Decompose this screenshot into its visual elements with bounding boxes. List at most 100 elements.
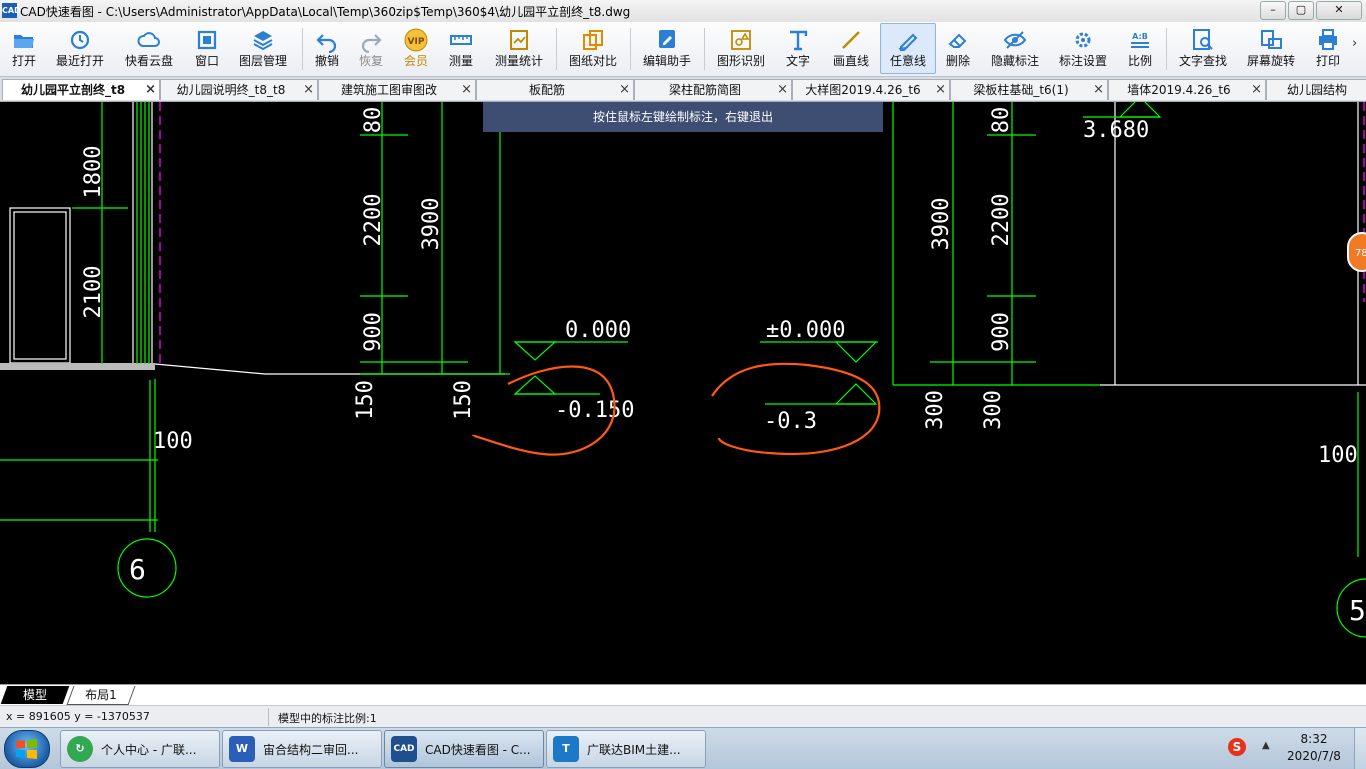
open-button[interactable]: 打开 — [6, 24, 42, 72]
taskbar: ↻ 个人中心 - 广联... W 宙合结构二审回... CAD CAD快速看图 … — [0, 727, 1366, 769]
undo-icon — [310, 27, 344, 54]
tab-document[interactable]: 板配筋 × — [476, 79, 634, 100]
tab-label: 大样图2019.4.26_t6 — [805, 83, 921, 97]
folder-open-icon — [6, 27, 42, 53]
tab-close-icon[interactable]: × — [461, 80, 472, 100]
screen-rotate-button[interactable]: 屏幕旋转 — [1242, 24, 1300, 72]
line-icon — [828, 27, 874, 53]
cursor-coordinates: x = 891605 y = -1370537 — [6, 710, 150, 723]
freehand-line-button[interactable]: 任意线 — [880, 23, 936, 74]
shape-recognition-button[interactable]: 图形识别 — [712, 24, 770, 72]
dim-text: 1800 — [81, 146, 106, 199]
tab-document[interactable]: 幼儿园平立剖终_t8 × — [2, 79, 160, 100]
tab-close-icon[interactable]: × — [303, 80, 314, 100]
layer-manager-button[interactable]: 图层管理 — [234, 24, 292, 72]
maximize-button[interactable]: ▢ — [1288, 1, 1314, 20]
app-icon: CAD — [2, 3, 21, 18]
windows-logo-icon — [16, 739, 37, 759]
text-search-button[interactable]: 文字查找 — [1174, 24, 1232, 72]
compare-button[interactable]: 图纸对比 — [564, 24, 622, 72]
redo-button[interactable]: 恢复 — [354, 24, 388, 72]
dim-text: 100 — [153, 429, 193, 454]
shape-recognition-icon — [712, 27, 770, 53]
tab-document[interactable]: 梁板柱基础_t6(1) × — [950, 79, 1108, 100]
cloud-icon — [120, 27, 178, 53]
tab-close-icon[interactable]: × — [1251, 80, 1262, 100]
tab-document[interactable]: 大样图2019.4.26_t6 × — [792, 79, 950, 100]
tab-close-icon[interactable]: × — [777, 80, 788, 100]
tab-document[interactable]: 墙体2019.4.26_t6 × — [1108, 79, 1266, 100]
scale-icon: A:B — [1122, 27, 1158, 53]
tab-label: 梁板柱基础_t6(1) — [973, 83, 1069, 97]
vip-button[interactable]: VIP 会员 — [398, 24, 434, 72]
vip-icon: VIP — [398, 27, 434, 53]
tab-model[interactable]: 模型 — [0, 686, 70, 704]
guanglian-icon: ↻ — [67, 736, 93, 762]
clock-date[interactable]: 2020/7/8 — [1282, 749, 1346, 763]
edit-assistant-button[interactable]: 编辑助手 — [638, 24, 696, 72]
toolbar-separator — [704, 28, 705, 70]
tab-document[interactable]: 幼儿园说明终_t8_t8 × — [160, 79, 318, 100]
dim-text: 80 — [361, 107, 386, 134]
grid-bubble-label: 6 — [129, 553, 146, 586]
annotation-settings-button[interactable]: 标注设置 — [1054, 24, 1112, 72]
print-button[interactable]: 打印 — [1310, 24, 1346, 72]
minimize-button[interactable]: – — [1260, 1, 1286, 20]
delete-button[interactable]: 删除 — [940, 24, 976, 72]
cloud-disk-button[interactable]: 快看云盘 — [120, 24, 178, 72]
title-bar: CAD CAD快速看图 - C:\Users\Administrator\App… — [0, 0, 1366, 23]
tab-label: 墙体2019.4.26_t6 — [1127, 83, 1231, 97]
recent-open-button[interactable]: 最近打开 — [52, 24, 108, 72]
window-icon — [190, 27, 224, 53]
toolbar-more-button[interactable]: › — [1352, 36, 1357, 51]
rotate-icon — [1242, 27, 1300, 53]
elevation-text: -0.3 — [764, 409, 817, 434]
side-float-badge[interactable]: 78 — [1347, 232, 1366, 272]
window-button[interactable]: 窗口 — [190, 24, 224, 72]
tray-sogou-icon[interactable]: S — [1228, 738, 1246, 756]
tab-close-icon[interactable]: × — [145, 80, 156, 100]
tab-document[interactable]: 建筑施工图审图改 × — [318, 79, 476, 100]
dim-text: 3900 — [419, 198, 444, 251]
grid-bubble-label: 5 — [1349, 594, 1366, 627]
measure-button[interactable]: 测量 — [444, 24, 478, 72]
taskbar-item[interactable]: ↻ 个人中心 - 广联... — [60, 730, 220, 768]
tab-layout1[interactable]: 布局1 — [66, 686, 136, 705]
taskbar-item[interactable]: CAD CAD快速看图 - C... — [384, 730, 544, 768]
tray-expand-icon[interactable]: ▲ — [1262, 740, 1270, 751]
text-icon — [780, 27, 816, 53]
close-button[interactable]: ✕ — [1316, 1, 1362, 20]
toolbar-separator — [302, 28, 303, 70]
tab-close-icon[interactable]: × — [1093, 80, 1104, 100]
tab-close-icon[interactable]: × — [619, 80, 630, 100]
tab-document[interactable]: 幼儿园结构 — [1266, 79, 1366, 100]
tab-label: 幼儿园平立剖终_t8 — [20, 83, 126, 97]
redo-icon — [354, 27, 388, 54]
show-desktop-button[interactable] — [1354, 728, 1366, 769]
drawing-canvas[interactable]: 1800 2100 80 2200 900 3900 150 150 100 3… — [0, 102, 1366, 684]
edit-assistant-icon — [638, 27, 696, 53]
layout-tab-bar: 模型 布局1 — [0, 684, 1366, 705]
tab-close-icon[interactable]: × — [935, 80, 946, 100]
ground-slab — [0, 363, 155, 370]
dim-text: 900 — [989, 312, 1014, 352]
start-button[interactable] — [4, 730, 50, 768]
ruler-icon — [444, 27, 478, 53]
eraser-icon — [940, 27, 976, 53]
tab-document[interactable]: 梁柱配筋简图 × — [634, 79, 792, 100]
svg-text:A:B: A:B — [1132, 32, 1148, 41]
measure-stats-button[interactable]: 测量统计 — [490, 24, 548, 72]
scale-button[interactable]: A:B 比例 — [1122, 24, 1158, 72]
toolbar-separator — [556, 28, 557, 70]
undo-button[interactable]: 撤销 — [310, 24, 344, 72]
taskbar-item[interactable]: T 广联达BIM土建... — [546, 730, 706, 768]
draw-line-button[interactable]: 画直线 — [828, 24, 874, 72]
dimension-texts: 1800 2100 80 2200 900 3900 150 150 100 3… — [81, 107, 1366, 627]
hide-annotation-icon — [986, 27, 1044, 53]
text-button[interactable]: 文字 — [780, 24, 816, 72]
taskbar-item[interactable]: W 宙合结构二审回... — [222, 730, 382, 768]
hide-annotation-button[interactable]: 隐藏标注 — [986, 24, 1044, 72]
recent-icon — [52, 27, 108, 53]
clock-time[interactable]: 8:32 — [1290, 732, 1338, 746]
dim-text: 2200 — [989, 194, 1014, 247]
